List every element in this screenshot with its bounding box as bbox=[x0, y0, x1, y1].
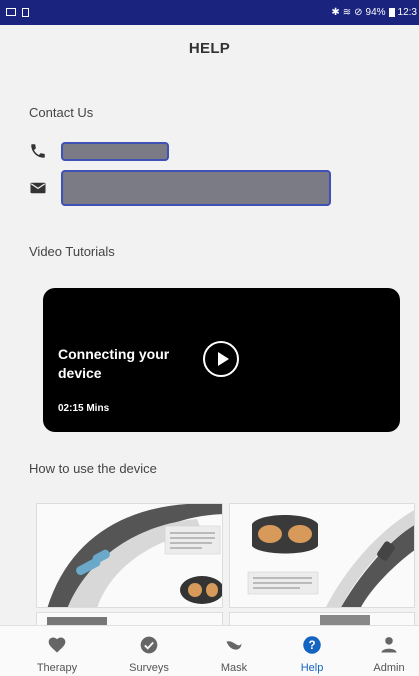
device-mask-illustration bbox=[247, 510, 414, 607]
nav-item-therapy[interactable]: Therapy bbox=[22, 626, 92, 676]
check-circle-icon bbox=[140, 636, 158, 654]
nav-label-surveys: Surveys bbox=[129, 662, 169, 674]
mask-icon bbox=[226, 641, 242, 650]
page-title: HELP bbox=[188, 40, 231, 57]
video-card-connecting-device[interactable]: Connecting your device 02:15 Mins bbox=[43, 288, 400, 432]
wifi-icon: ≋ bbox=[342, 7, 352, 18]
nav-label-admin: Admin bbox=[373, 662, 405, 674]
clock-text: 12:3 bbox=[397, 7, 417, 18]
heart-icon bbox=[48, 637, 66, 653]
play-icon[interactable] bbox=[203, 341, 239, 377]
image-notification-icon bbox=[6, 8, 16, 16]
status-left bbox=[6, 8, 29, 17]
video-duration: 02:15 Mins bbox=[58, 403, 110, 414]
nav-item-help[interactable]: ? Help bbox=[277, 626, 347, 676]
nav-item-mask[interactable]: Mask bbox=[199, 626, 269, 676]
person-icon bbox=[381, 637, 397, 653]
video-section-title: Video Tutorials bbox=[29, 244, 115, 259]
svg-text:?: ? bbox=[308, 639, 315, 652]
phone-number-redacted[interactable] bbox=[61, 142, 169, 161]
nav-label-mask: Mask bbox=[220, 662, 248, 674]
howto-image-4[interactable] bbox=[229, 612, 415, 626]
bottom-navigation: Therapy Surveys Mask ? Help Admin bbox=[0, 625, 419, 676]
battery-icon bbox=[388, 8, 395, 17]
howto-section-title: How to use the device bbox=[29, 461, 157, 476]
bluetooth-icon: ✱ bbox=[331, 7, 340, 18]
nav-label-therapy: Therapy bbox=[36, 662, 78, 674]
contact-section-title: Contact Us bbox=[29, 105, 94, 120]
howto-image-2[interactable] bbox=[229, 503, 415, 608]
nav-label-help: Help bbox=[300, 662, 324, 674]
nav-item-admin[interactable]: Admin bbox=[354, 626, 419, 676]
file-notification-icon bbox=[22, 8, 29, 17]
dnd-icon: ⊘ bbox=[354, 7, 363, 18]
phone-icon bbox=[31, 144, 45, 158]
howto-image-1[interactable] bbox=[36, 503, 223, 608]
device-strap-illustration bbox=[47, 504, 222, 607]
help-icon: ? bbox=[303, 636, 321, 654]
status-bar: ✱ ≋ ⊘ 94% 12:3 bbox=[0, 0, 419, 25]
battery-text: 94% bbox=[365, 7, 386, 18]
nav-item-surveys[interactable]: Surveys bbox=[114, 626, 184, 676]
status-right: ✱ ≋ ⊘ 94% 12:3 bbox=[331, 7, 419, 18]
email-address-redacted[interactable] bbox=[61, 170, 331, 206]
mail-icon bbox=[30, 182, 46, 194]
howto-image-3[interactable] bbox=[36, 612, 223, 626]
video-title: Connecting your device bbox=[58, 346, 170, 381]
